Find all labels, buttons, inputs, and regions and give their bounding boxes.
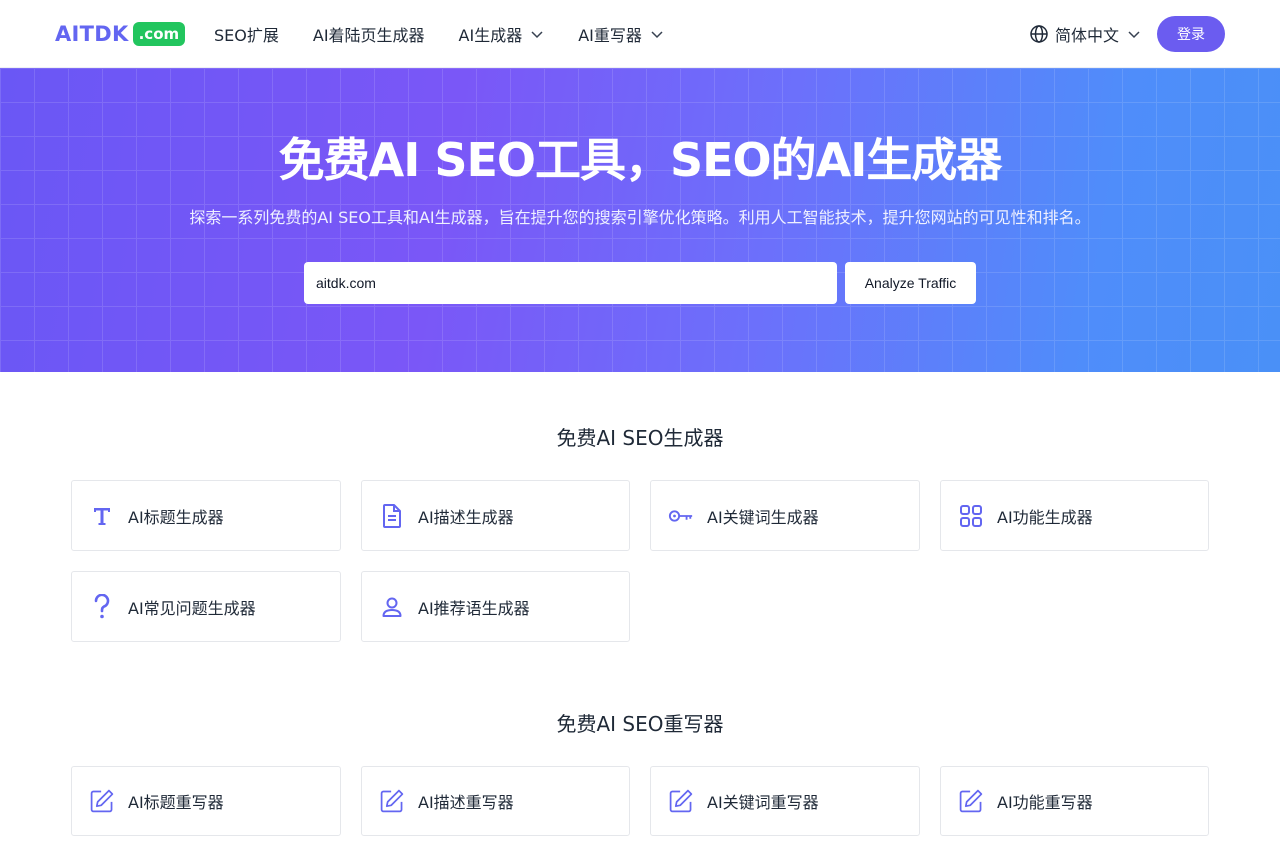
user-icon (379, 594, 405, 620)
card-ai-keyword-rewriter[interactable]: AI关键词重写器 (650, 766, 920, 836)
card-ai-description-generator[interactable]: AI描述生成器 (361, 480, 630, 551)
nav-ai-rewriter-dropdown[interactable]: AI重写器 (578, 22, 664, 46)
card-label: AI描述重写器 (418, 793, 514, 812)
card-ai-feature-generator[interactable]: AI功能生成器 (940, 480, 1209, 551)
hero-banner: 免费AI SEO工具，SEO的AI生成器 探索一系列免费的AI SEO工具和AI… (0, 68, 1280, 372)
edit-icon (89, 788, 115, 814)
question-icon (89, 593, 115, 620)
nav-ai-rewriter-label: AI重写器 (578, 26, 642, 45)
chevron-down-icon (651, 31, 663, 39)
card-ai-feature-rewriter[interactable]: AI功能重写器 (940, 766, 1209, 836)
nav-seo-extension-label: SEO扩展 (214, 26, 279, 45)
top-header: AITDK .com SEO扩展 AI着陆页生成器 AI生成器 AI重写器 简体… (0, 0, 1280, 68)
card-label: AI推荐语生成器 (418, 598, 530, 618)
card-label: AI标题重写器 (128, 793, 224, 812)
card-ai-title-generator[interactable]: AI标题生成器 (71, 480, 341, 551)
card-ai-faq-generator[interactable]: AI常见问题生成器 (71, 571, 341, 642)
hero-title: 免费AI SEO工具，SEO的AI生成器 (278, 133, 1003, 187)
logo-badge: .com (132, 22, 186, 46)
login-button[interactable]: 登录 (1157, 16, 1225, 52)
nav-landing-page-generator-label: AI着陆页生成器 (312, 26, 425, 45)
rewriters-section-title: 免费AI SEO重写器 (556, 712, 724, 736)
chevron-down-icon (531, 31, 543, 39)
card-label: AI标题生成器 (128, 507, 224, 527)
edit-icon (958, 788, 984, 814)
domain-input[interactable] (304, 262, 837, 304)
document-icon (379, 503, 405, 529)
nav-ai-generator-label: AI生成器 (458, 26, 523, 45)
edit-icon (668, 788, 694, 814)
card-ai-title-rewriter[interactable]: AI标题重写器 (71, 766, 341, 836)
logo-text: AITDK (55, 22, 129, 46)
card-label: AI关键词重写器 (707, 793, 819, 812)
generators-section-title: 免费AI SEO生成器 (556, 426, 724, 450)
card-ai-description-rewriter[interactable]: AI描述重写器 (361, 766, 630, 836)
language-selector[interactable]: 简体中文 (1029, 22, 1141, 46)
card-label: AI描述生成器 (418, 507, 514, 527)
card-ai-keyword-generator[interactable]: AI关键词生成器 (650, 480, 920, 551)
card-label: AI关键词生成器 (707, 507, 819, 527)
globe-icon (1030, 25, 1048, 43)
text-t-icon (89, 503, 115, 529)
logo[interactable]: AITDK .com (55, 21, 186, 47)
edit-icon (379, 788, 405, 814)
analyze-traffic-button[interactable]: Analyze Traffic (845, 262, 976, 304)
hero-subtitle: 探索一系列免费的AI SEO工具和AI生成器，旨在提升您的搜索引擎优化策略。利用… (189, 208, 1091, 227)
card-label: AI常见问题生成器 (128, 598, 256, 618)
nav-ai-generator-dropdown[interactable]: AI生成器 (459, 22, 545, 46)
nav-landing-page-generator[interactable]: AI着陆页生成器 (313, 22, 425, 46)
key-icon (668, 503, 694, 529)
card-label: AI功能重写器 (997, 793, 1093, 812)
card-label: AI功能生成器 (997, 507, 1093, 527)
main-nav: SEO扩展 AI着陆页生成器 AI生成器 AI重写器 (214, 22, 698, 46)
grid-icon (958, 503, 984, 529)
language-label: 简体中文 (1055, 26, 1120, 45)
chevron-down-icon (1128, 31, 1140, 39)
card-ai-testimonial-generator[interactable]: AI推荐语生成器 (361, 571, 630, 642)
nav-seo-extension[interactable]: SEO扩展 (214, 22, 279, 46)
